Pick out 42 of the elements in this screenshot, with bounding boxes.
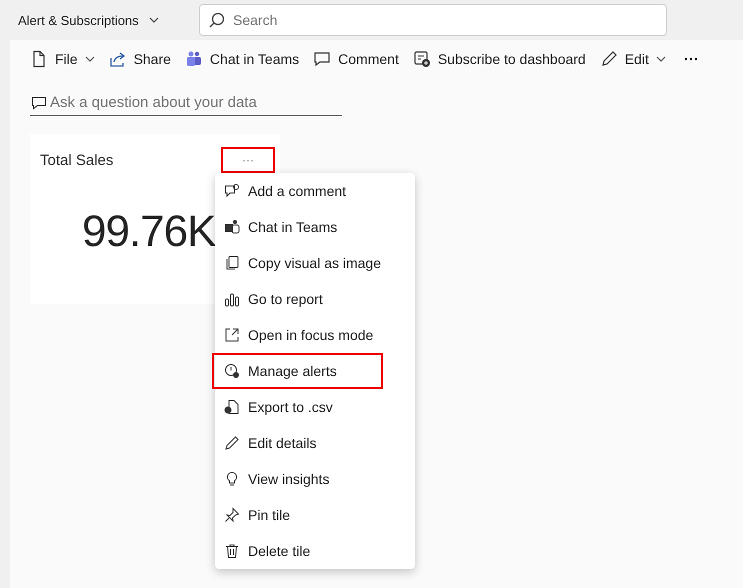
menu-item[interactable]: Pin tile bbox=[212, 497, 383, 533]
speech-bubble-icon bbox=[313, 50, 332, 68]
teams-icon bbox=[184, 50, 203, 68]
bar-chart-icon bbox=[224, 291, 240, 307]
more-button[interactable]: ··· bbox=[221, 147, 275, 173]
alert-icon bbox=[224, 363, 240, 379]
toolbar-button[interactable]: File bbox=[24, 46, 101, 72]
copy-icon bbox=[224, 255, 240, 271]
toolbar-button[interactable]: Subscribe to dashboard bbox=[406, 46, 592, 72]
pin-icon bbox=[224, 507, 240, 523]
speech-bubble-icon bbox=[224, 183, 240, 199]
export-file-icon bbox=[224, 399, 240, 415]
menu-item[interactable]: Edit details bbox=[212, 425, 383, 461]
menu-item[interactable]: Export to .csv bbox=[212, 389, 383, 425]
menu-item[interactable]: Add a comment bbox=[212, 173, 383, 209]
menu-item[interactable]: View insights bbox=[212, 461, 383, 497]
toolbar-button[interactable]: Comment bbox=[307, 46, 405, 72]
teams-icon bbox=[224, 219, 240, 235]
expand-icon bbox=[224, 327, 240, 343]
search-icon bbox=[209, 12, 225, 28]
workspace-title[interactable]: Alert & Subscriptions bbox=[18, 12, 199, 28]
lightbulb-icon bbox=[224, 471, 240, 487]
menu-item[interactable]: Delete tile bbox=[212, 533, 383, 569]
question-field[interactable]: Ask a question about your data bbox=[30, 90, 342, 116]
toolbar-button[interactable]: Share bbox=[102, 46, 177, 72]
trash-icon bbox=[224, 543, 240, 559]
menu-item[interactable]: Go to report bbox=[212, 281, 383, 317]
more-button[interactable]: ··· bbox=[678, 46, 705, 72]
pencil-icon bbox=[224, 435, 240, 451]
chevron-icon bbox=[148, 15, 159, 25]
search-field[interactable]: Search bbox=[199, 4, 667, 36]
chevron-icon bbox=[656, 54, 666, 64]
menu-item[interactable]: Manage alerts bbox=[212, 353, 383, 389]
toolbar-button[interactable]: Edit bbox=[594, 46, 672, 72]
chevron-icon bbox=[84, 54, 95, 64]
share-icon bbox=[108, 50, 127, 68]
toolbar-button[interactable]: Chat in Teams bbox=[178, 46, 306, 72]
tile-title: Total Sales bbox=[40, 152, 114, 168]
speech-bubble-icon bbox=[31, 95, 47, 111]
menu-item[interactable]: Open in focus mode bbox=[212, 317, 383, 353]
pencil-icon bbox=[600, 50, 618, 68]
subscribe-icon bbox=[412, 50, 431, 68]
